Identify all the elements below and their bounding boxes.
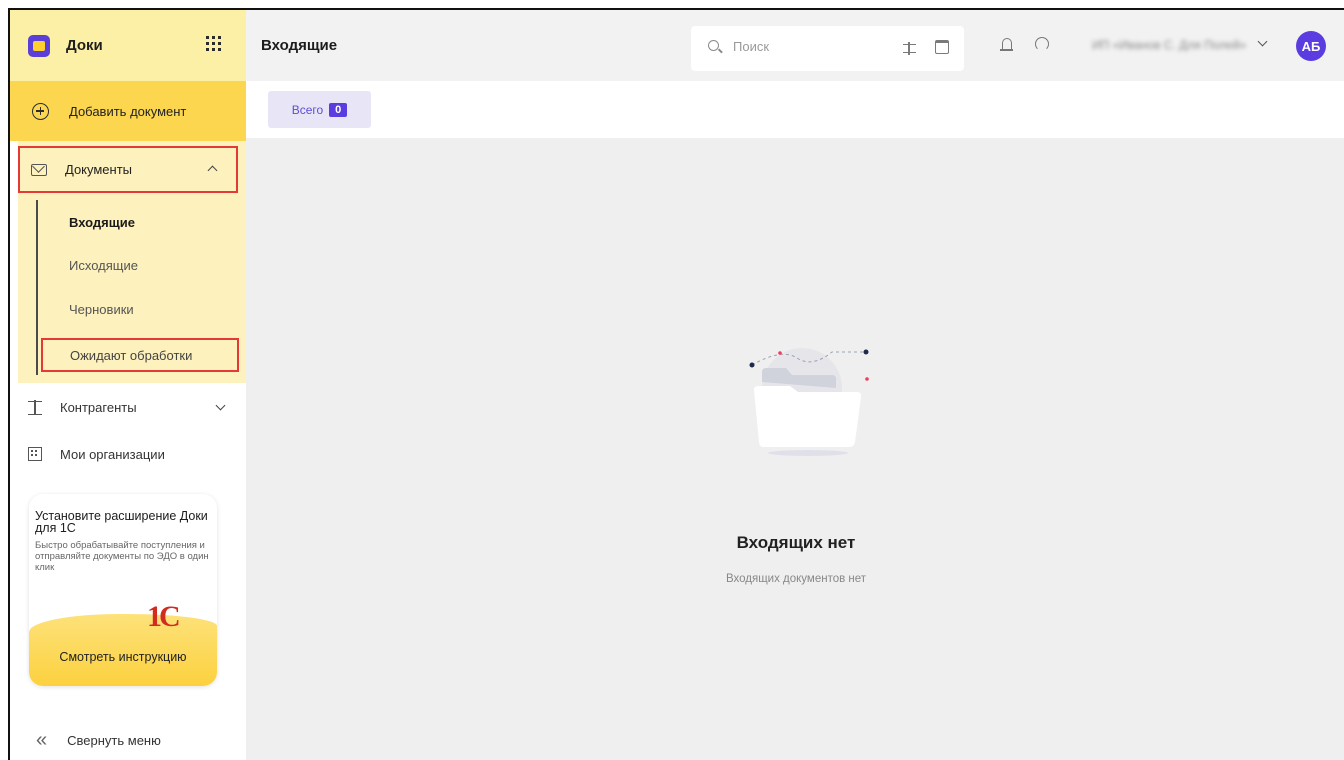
search-icon[interactable] xyxy=(708,40,719,51)
app-name[interactable]: Доки xyxy=(66,37,103,54)
collapse-menu-button[interactable]: « Свернуть меню xyxy=(10,722,246,758)
add-document-label: Добавить документ xyxy=(69,103,187,119)
avatar[interactable]: АБ xyxy=(1296,31,1326,61)
chevron-down-icon[interactable] xyxy=(1257,36,1268,47)
promo-card: Установите расширение Доки для 1С Быстро… xyxy=(29,494,217,686)
counterparties-label: Контрагенты xyxy=(60,399,137,415)
collapse-menu-label: Свернуть меню xyxy=(67,732,161,748)
empty-state-title: Входящих нет xyxy=(736,533,856,552)
headset-icon[interactable] xyxy=(1035,37,1049,51)
chevron-down-icon[interactable] xyxy=(215,400,226,411)
filter-icon[interactable] xyxy=(903,42,916,55)
docs-logo-icon[interactable] xyxy=(28,34,50,57)
sidebar-item-pending[interactable]: Ожидают обработки xyxy=(41,338,239,372)
double-chevron-left-icon: « xyxy=(36,729,48,751)
sidebar-item-organizations[interactable]: Мои организации xyxy=(10,434,246,474)
logo-bar: Доки xyxy=(10,10,246,81)
bell-icon[interactable] xyxy=(1000,38,1013,51)
counterparties-icon xyxy=(28,400,42,415)
plus-circle-icon xyxy=(32,102,49,120)
count-badge: 0 xyxy=(329,102,348,117)
tab-all-label: Всего xyxy=(291,102,324,117)
organizations-label: Мои организации xyxy=(60,446,165,462)
empty-folder-illustration xyxy=(749,348,869,456)
top-bar: Входящие ИП «Иванов С. Для Полей» АБ xyxy=(246,10,1344,81)
documents-label: Документы xyxy=(65,162,133,177)
apps-grid-icon[interactable] xyxy=(206,36,221,51)
main-content: Входящие ИП «Иванов С. Для Полей» АБ Все… xyxy=(246,10,1344,760)
sidebar: Доки Добавить документ Документы Входящи… xyxy=(10,10,246,760)
filter-bar: Всего 0 xyxy=(246,81,1344,138)
sidebar-item-outgoing[interactable]: Исходящие xyxy=(69,258,138,273)
empty-state-subtitle: Входящих документов нет xyxy=(725,573,867,585)
page-title: Входящие xyxy=(261,37,338,54)
sidebar-item-documents[interactable]: Документы xyxy=(18,146,238,193)
promo-title: Установите расширение Доки для 1С xyxy=(35,509,208,535)
tab-all[interactable]: Всего 0 xyxy=(268,91,371,128)
add-document-button[interactable]: Добавить документ xyxy=(10,81,246,141)
search-box xyxy=(691,26,964,71)
envelope-icon xyxy=(31,163,47,176)
sidebar-item-incoming[interactable]: Входящие xyxy=(69,215,135,230)
sidebar-item-counterparties[interactable]: Контрагенты xyxy=(10,387,246,427)
chevron-up-icon[interactable] xyxy=(207,165,218,176)
onec-logo: 1С xyxy=(147,600,181,633)
search-input[interactable] xyxy=(733,39,883,54)
view-instruction-button[interactable]: Смотреть инструкцию xyxy=(29,650,217,664)
building-icon xyxy=(28,447,42,461)
promo-text: Быстро обрабатывайте поступления и отпра… xyxy=(35,540,209,573)
user-name[interactable]: ИП «Иванов С. Для Полей» xyxy=(1092,38,1254,52)
app-window: Доки Добавить документ Документы Входящи… xyxy=(8,8,1344,760)
calendar-icon[interactable] xyxy=(935,40,949,54)
sidebar-item-drafts[interactable]: Черновики xyxy=(69,302,134,317)
submenu-line xyxy=(36,200,38,375)
